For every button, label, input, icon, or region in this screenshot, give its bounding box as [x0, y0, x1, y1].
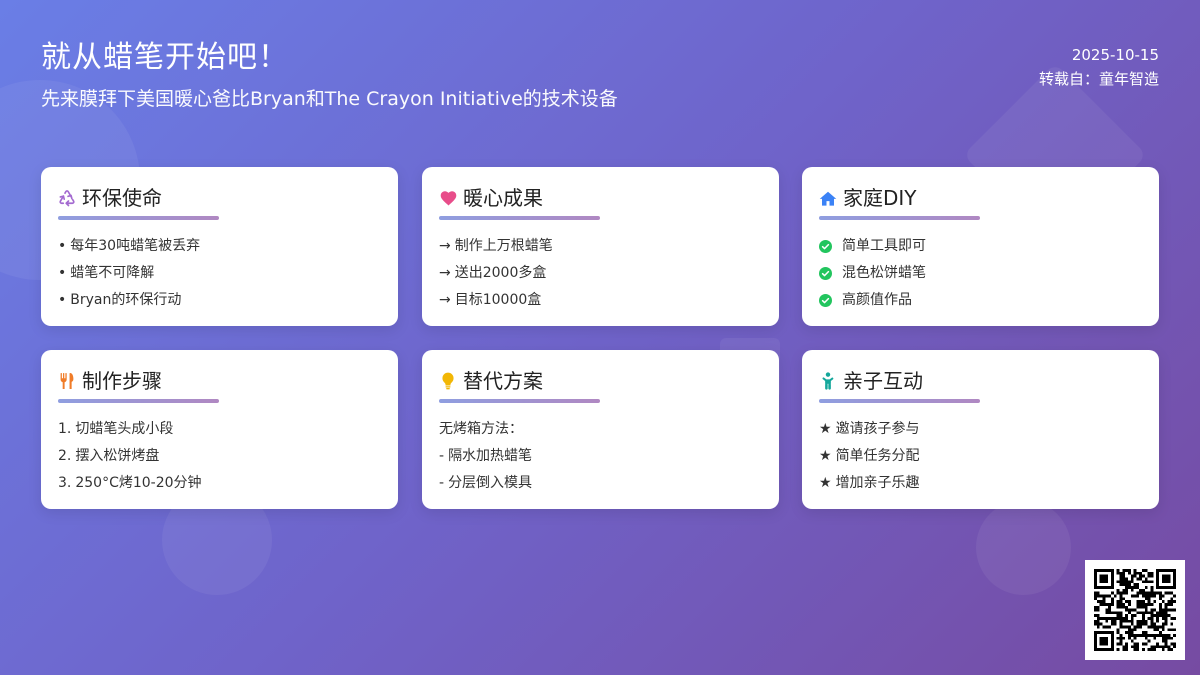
list-item: ★ 增加亲子乐趣: [819, 475, 920, 491]
list-item: • 蜡笔不可降解: [58, 265, 155, 281]
list-item: → 送出2000多盒: [439, 265, 547, 281]
list-item: 1. 切蜡笔头成小段: [58, 421, 174, 437]
source-credit: 转载自：童年智造: [1038, 70, 1159, 88]
card-warm-results: 暖心成果 → 制作上万根蜡笔 → 送出2000多盒 → 目标10000盒: [422, 167, 779, 326]
list-item: → 目标10000盒: [439, 292, 542, 308]
lightbulb-icon: [439, 372, 457, 390]
list-item: 2. 摆入松饼烤盘: [58, 448, 160, 464]
list-item: • Bryan的环保行动: [58, 292, 182, 308]
card-environmental-mission: 环保使命 • 每年30吨蜡笔被丢弃 • 蜡笔不可降解 • Bryan的环保行动: [41, 167, 398, 326]
title-underline: [819, 399, 980, 403]
child-icon: [819, 372, 837, 390]
page-title: 就从蜡笔开始吧！: [41, 40, 289, 75]
list-item: 简单工具即可: [819, 233, 1143, 260]
card-parent-child: 亲子互动 ★ 邀请孩子参与 ★ 简单任务分配 ★ 增加亲子乐趣: [802, 350, 1159, 509]
check-circle-icon: [819, 267, 832, 280]
card-alternative: 替代方案 无烤箱方法： - 隔水加热蜡笔 - 分层倒入模具: [422, 350, 779, 509]
list-item: ★ 邀请孩子参与: [819, 421, 920, 437]
title-underline: [439, 216, 600, 220]
publish-date: 2025-10-15: [1071, 46, 1159, 64]
check-circle-icon: [819, 240, 832, 253]
card-title: 亲子互动: [843, 369, 923, 393]
list-item: → 制作上万根蜡笔: [439, 238, 553, 254]
list-item: - 隔水加热蜡笔: [439, 448, 533, 464]
card-steps: 制作步骤 1. 切蜡笔头成小段 2. 摆入松饼烤盘 3. 250°C烤10-20分钟: [41, 350, 398, 509]
list-item: 无烤箱方法：: [439, 421, 523, 437]
page-subtitle: 先来膜拜下美国暖心爸比Bryan和The Crayon Initiative的技…: [41, 88, 618, 110]
qr-code-icon: [1085, 560, 1185, 660]
recycle-icon: [58, 189, 76, 207]
list-item: - 分层倒入模具: [439, 475, 533, 491]
list-item: 混色松饼蜡笔: [819, 260, 1143, 287]
title-underline: [58, 399, 219, 403]
list-item: ★ 简单任务分配: [819, 448, 920, 464]
list-item: • 每年30吨蜡笔被丢弃: [58, 238, 201, 254]
list-item: 3. 250°C烤10-20分钟: [58, 475, 202, 491]
card-title: 家庭DIY: [843, 186, 917, 210]
card-title: 环保使命: [82, 186, 162, 210]
title-underline: [819, 216, 980, 220]
page-meta: 2025-10-15 转载自：童年智造: [1039, 43, 1159, 91]
title-underline: [58, 216, 219, 220]
page-header: 就从蜡笔开始吧！ 先来膜拜下美国暖心爸比Bryan和The Crayon Ini…: [41, 38, 618, 111]
title-underline: [439, 399, 600, 403]
utensils-icon: [58, 372, 76, 390]
background-circle-decoration: [976, 500, 1071, 595]
heart-icon: [439, 189, 457, 207]
card-title: 暖心成果: [463, 186, 543, 210]
list-item: 高颜值作品: [819, 287, 1143, 314]
card-title: 制作步骤: [82, 369, 162, 393]
home-icon: [819, 189, 837, 207]
card-family-diy: 家庭DIY 简单工具即可 混色松饼蜡笔 高颜值作品: [802, 167, 1159, 326]
check-circle-icon: [819, 294, 832, 307]
card-title: 替代方案: [463, 369, 543, 393]
